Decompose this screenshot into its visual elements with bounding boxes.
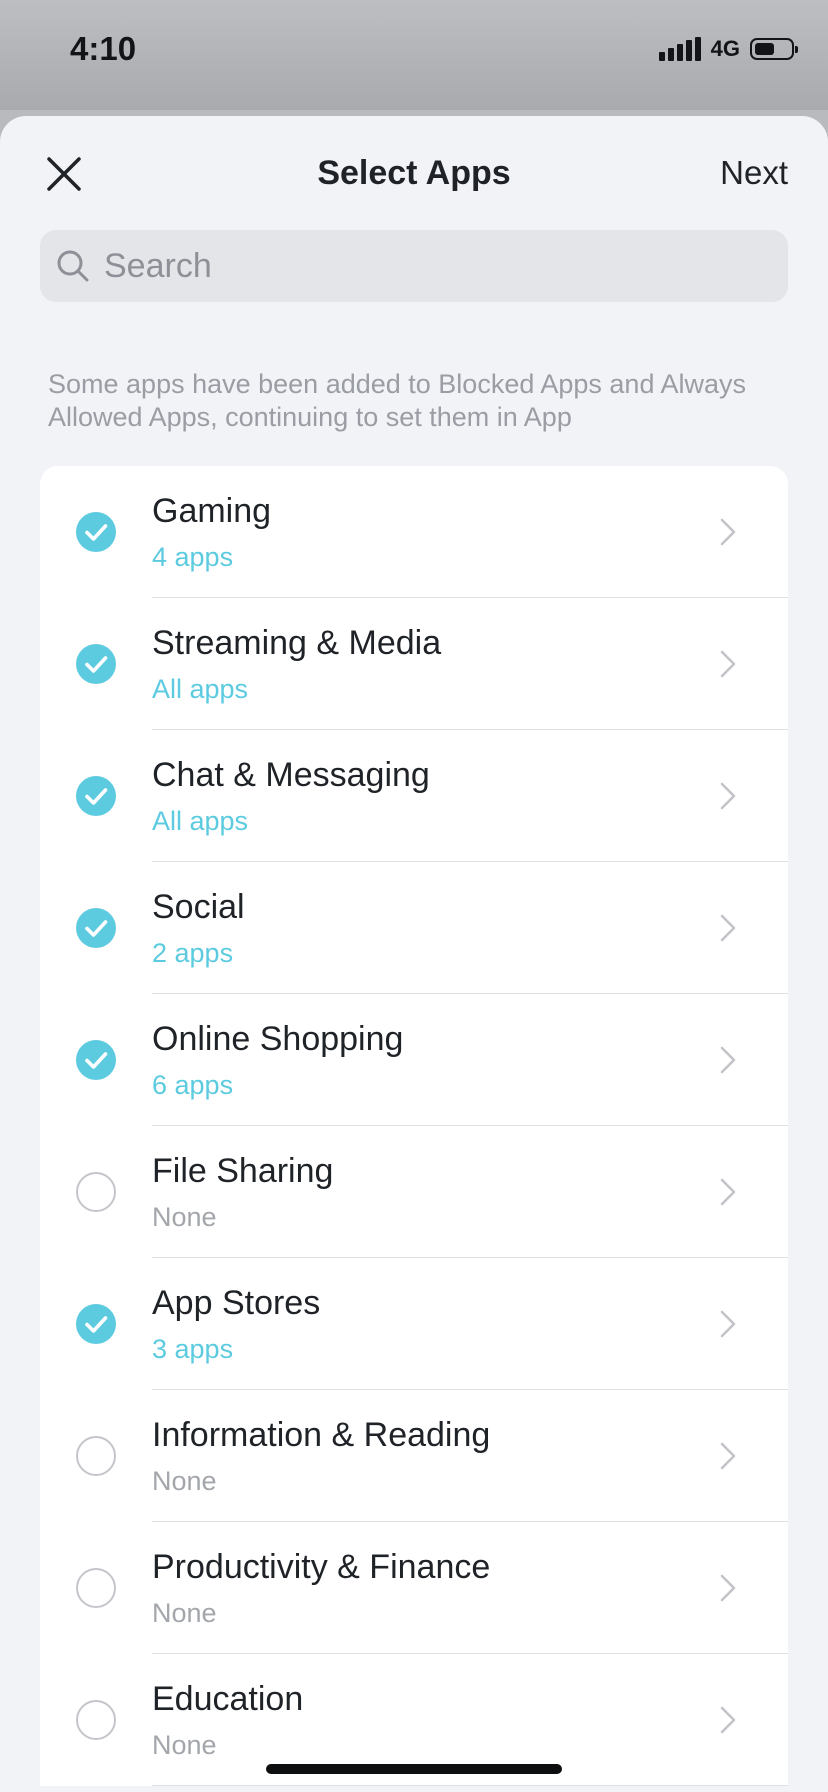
unchecked-circle-icon[interactable] — [76, 1700, 116, 1740]
category-app-count: 4 apps — [152, 542, 234, 572]
chevron-right-icon — [720, 1046, 736, 1074]
category-row[interactable]: Streaming & Media All apps — [40, 598, 788, 730]
battery-level — [755, 43, 774, 55]
category-title: Online Shopping — [152, 1020, 404, 1058]
category-row[interactable]: Information & Reading None — [40, 1390, 788, 1522]
chevron-right-icon — [720, 1706, 736, 1734]
category-app-count: None — [152, 1202, 217, 1232]
chevron-right-icon — [720, 1178, 736, 1206]
category-app-count: None — [152, 1598, 217, 1628]
category-row[interactable]: Gaming 4 apps — [40, 466, 788, 598]
category-title: Education — [152, 1680, 304, 1718]
page-title: Select Apps — [317, 154, 511, 192]
category-title: Information & Reading — [152, 1416, 491, 1454]
checked-circle-icon[interactable] — [76, 512, 116, 552]
chevron-right-icon — [720, 650, 736, 678]
chevron-right-icon — [720, 1574, 736, 1602]
checked-circle-icon[interactable] — [76, 1040, 116, 1080]
chevron-right-icon — [720, 1442, 736, 1470]
category-row[interactable]: App Stores 3 apps — [40, 1258, 788, 1390]
checked-circle-icon[interactable] — [76, 1304, 116, 1344]
chevron-right-icon — [720, 782, 736, 810]
category-row[interactable]: Chat & Messaging All apps — [40, 730, 788, 862]
category-app-count: 2 apps — [152, 938, 234, 968]
status-indicators: 4G — [658, 36, 798, 62]
category-title: File Sharing — [152, 1152, 334, 1190]
category-row[interactable]: File Sharing None — [40, 1126, 788, 1258]
chevron-right-icon — [720, 518, 736, 546]
info-note: Some apps have been added to Blocked App… — [48, 369, 746, 432]
next-button[interactable]: Next — [720, 154, 788, 192]
category-row[interactable]: Online Shopping 6 apps — [40, 994, 788, 1126]
category-app-count: 3 apps — [152, 1334, 234, 1364]
search-input[interactable] — [102, 245, 756, 287]
category-title: Chat & Messaging — [152, 756, 430, 794]
category-title: Social — [152, 888, 245, 926]
category-list: Gaming 4 apps Streaming & Media All apps Cha… — [40, 466, 788, 1786]
category-app-count: All apps — [152, 674, 249, 704]
search-icon — [57, 250, 89, 282]
category-title: Streaming & Media — [152, 624, 442, 662]
battery-icon — [750, 38, 798, 60]
checked-circle-icon[interactable] — [76, 644, 116, 684]
checked-circle-icon[interactable] — [76, 776, 116, 816]
unchecked-circle-icon[interactable] — [76, 1436, 116, 1476]
checked-circle-icon[interactable] — [76, 908, 116, 948]
chevron-right-icon — [720, 914, 736, 942]
nav-bar: Select Apps Next — [0, 116, 828, 226]
unchecked-circle-icon[interactable] — [76, 1172, 116, 1212]
row-divider — [152, 1784, 788, 1786]
cellular-signal-icon — [658, 37, 701, 61]
status-bar: 4:10 4G — [0, 0, 828, 110]
select-apps-sheet: Select Apps Next Some apps have been add… — [0, 116, 828, 1792]
network-type: 4G — [710, 36, 740, 61]
chevron-right-icon — [720, 1310, 736, 1338]
category-app-count: None — [152, 1466, 217, 1496]
category-title: App Stores — [152, 1284, 321, 1322]
category-app-count: None — [152, 1730, 217, 1760]
category-row[interactable]: Productivity & Finance None — [40, 1522, 788, 1654]
search-bar[interactable] — [40, 230, 788, 302]
category-title: Productivity & Finance — [152, 1548, 491, 1586]
category-row[interactable]: Social 2 apps — [40, 862, 788, 994]
category-app-count: All apps — [152, 806, 249, 836]
category-title: Gaming — [152, 492, 272, 530]
home-indicator — [266, 1764, 562, 1774]
unchecked-circle-icon[interactable] — [76, 1568, 116, 1608]
category-app-count: 6 apps — [152, 1070, 234, 1100]
status-time: 4:10 — [70, 30, 137, 67]
